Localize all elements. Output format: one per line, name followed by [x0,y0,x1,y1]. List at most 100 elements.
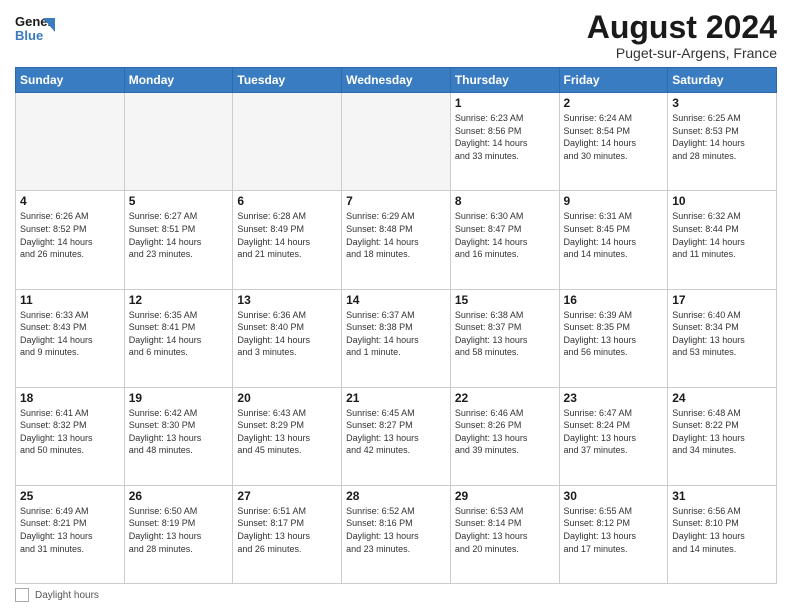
page: General Blue August 2024 Puget-sur-Argen… [0,0,792,612]
calendar-weekday-header: Thursday [450,68,559,93]
calendar-weekday-header: Sunday [16,68,125,93]
day-number: 16 [564,293,664,307]
footer: Daylight hours [15,588,777,602]
calendar-weekday-header: Monday [124,68,233,93]
day-info: Sunrise: 6:42 AM Sunset: 8:30 PM Dayligh… [129,407,229,457]
day-info: Sunrise: 6:50 AM Sunset: 8:19 PM Dayligh… [129,505,229,555]
day-number: 3 [672,96,772,110]
day-number: 10 [672,194,772,208]
logo: General Blue [15,10,55,48]
day-number: 24 [672,391,772,405]
day-info: Sunrise: 6:56 AM Sunset: 8:10 PM Dayligh… [672,505,772,555]
day-info: Sunrise: 6:27 AM Sunset: 8:51 PM Dayligh… [129,210,229,260]
calendar-day-cell: 13 Sunrise: 6:36 AM Sunset: 8:40 PM Dayli… [233,289,342,387]
day-number: 1 [455,96,555,110]
day-number: 7 [346,194,446,208]
day-number: 14 [346,293,446,307]
day-number: 9 [564,194,664,208]
day-number: 28 [346,489,446,503]
calendar-day-cell: 15 Sunrise: 6:38 AM Sunset: 8:37 PM Dayli… [450,289,559,387]
calendar-day-cell: 12 Sunrise: 6:35 AM Sunset: 8:41 PM Dayli… [124,289,233,387]
footer-label: Daylight hours [35,590,99,601]
calendar-day-cell: 26 Sunrise: 6:50 AM Sunset: 8:19 PM Dayli… [124,485,233,583]
day-info: Sunrise: 6:55 AM Sunset: 8:12 PM Dayligh… [564,505,664,555]
day-number: 12 [129,293,229,307]
day-number: 2 [564,96,664,110]
day-info: Sunrise: 6:23 AM Sunset: 8:56 PM Dayligh… [455,112,555,162]
day-number: 21 [346,391,446,405]
day-number: 17 [672,293,772,307]
day-info: Sunrise: 6:45 AM Sunset: 8:27 PM Dayligh… [346,407,446,457]
header: General Blue August 2024 Puget-sur-Argen… [15,10,777,61]
calendar-header-row: SundayMondayTuesdayWednesdayThursdayFrid… [16,68,777,93]
calendar-day-cell: 28 Sunrise: 6:52 AM Sunset: 8:16 PM Dayli… [342,485,451,583]
calendar-day-cell [16,93,125,191]
day-number: 29 [455,489,555,503]
calendar-day-cell: 19 Sunrise: 6:42 AM Sunset: 8:30 PM Dayli… [124,387,233,485]
calendar-weekday-header: Tuesday [233,68,342,93]
calendar-day-cell: 9 Sunrise: 6:31 AM Sunset: 8:45 PM Daylig… [559,191,668,289]
calendar-day-cell: 3 Sunrise: 6:25 AM Sunset: 8:53 PM Daylig… [668,93,777,191]
day-number: 15 [455,293,555,307]
calendar-day-cell: 1 Sunrise: 6:23 AM Sunset: 8:56 PM Daylig… [450,93,559,191]
calendar-day-cell: 5Sunrise: 6:27 AM Sunset: 8:51 PM Daylig… [124,191,233,289]
calendar-day-cell: 7 Sunrise: 6:29 AM Sunset: 8:48 PM Daylig… [342,191,451,289]
calendar-weekday-header: Friday [559,68,668,93]
day-info: Sunrise: 6:47 AM Sunset: 8:24 PM Dayligh… [564,407,664,457]
calendar-day-cell [233,93,342,191]
day-info: Sunrise: 6:31 AM Sunset: 8:45 PM Dayligh… [564,210,664,260]
calendar-day-cell [124,93,233,191]
title-area: August 2024 Puget-sur-Argens, France [587,10,777,61]
day-number: 26 [129,489,229,503]
page-subtitle: Puget-sur-Argens, France [587,45,777,61]
calendar-table: SundayMondayTuesdayWednesdayThursdayFrid… [15,67,777,584]
day-info: Sunrise: 6:39 AM Sunset: 8:35 PM Dayligh… [564,309,664,359]
day-info: Sunrise: 6:30 AM Sunset: 8:47 PM Dayligh… [455,210,555,260]
day-info: Sunrise: 6:36 AM Sunset: 8:40 PM Dayligh… [237,309,337,359]
day-info: Sunrise: 6:51 AM Sunset: 8:17 PM Dayligh… [237,505,337,555]
day-info: Sunrise: 6:38 AM Sunset: 8:37 PM Dayligh… [455,309,555,359]
day-info: Sunrise: 6:28 AM Sunset: 8:49 PM Dayligh… [237,210,337,260]
day-number: 23 [564,391,664,405]
calendar-day-cell: 25Sunrise: 6:49 AM Sunset: 8:21 PM Dayli… [16,485,125,583]
day-info: Sunrise: 6:33 AM Sunset: 8:43 PM Dayligh… [20,309,120,359]
day-number: 6 [237,194,337,208]
day-number: 19 [129,391,229,405]
day-number: 27 [237,489,337,503]
day-number: 13 [237,293,337,307]
calendar-week-row: 1 Sunrise: 6:23 AM Sunset: 8:56 PM Daylig… [16,93,777,191]
calendar-day-cell: 23 Sunrise: 6:47 AM Sunset: 8:24 PM Dayli… [559,387,668,485]
day-info: Sunrise: 6:35 AM Sunset: 8:41 PM Dayligh… [129,309,229,359]
day-number: 25 [20,489,120,503]
calendar-day-cell: 24 Sunrise: 6:48 AM Sunset: 8:22 PM Dayli… [668,387,777,485]
calendar-day-cell: 6 Sunrise: 6:28 AM Sunset: 8:49 PM Daylig… [233,191,342,289]
day-info: Sunrise: 6:48 AM Sunset: 8:22 PM Dayligh… [672,407,772,457]
page-title: August 2024 [587,10,777,45]
day-number: 31 [672,489,772,503]
day-number: 22 [455,391,555,405]
day-number: 11 [20,293,120,307]
day-info: Sunrise: 6:25 AM Sunset: 8:53 PM Dayligh… [672,112,772,162]
day-number: 8 [455,194,555,208]
calendar-weekday-header: Wednesday [342,68,451,93]
calendar-week-row: 11 Sunrise: 6:33 AM Sunset: 8:43 PM Dayli… [16,289,777,387]
calendar-day-cell: 16 Sunrise: 6:39 AM Sunset: 8:35 PM Dayli… [559,289,668,387]
calendar-day-cell: 22Sunrise: 6:46 AM Sunset: 8:26 PM Dayli… [450,387,559,485]
day-info: Sunrise: 6:26 AM Sunset: 8:52 PM Dayligh… [20,210,120,260]
calendar-week-row: 18Sunrise: 6:41 AM Sunset: 8:32 PM Dayli… [16,387,777,485]
day-info: Sunrise: 6:52 AM Sunset: 8:16 PM Dayligh… [346,505,446,555]
day-info: Sunrise: 6:41 AM Sunset: 8:32 PM Dayligh… [20,407,120,457]
calendar-day-cell: 30 Sunrise: 6:55 AM Sunset: 8:12 PM Dayli… [559,485,668,583]
footer-box [15,588,29,602]
calendar-day-cell: 31 Sunrise: 6:56 AM Sunset: 8:10 PM Dayli… [668,485,777,583]
calendar-week-row: 4Sunrise: 6:26 AM Sunset: 8:52 PM Daylig… [16,191,777,289]
day-number: 30 [564,489,664,503]
calendar-day-cell: 18Sunrise: 6:41 AM Sunset: 8:32 PM Dayli… [16,387,125,485]
day-info: Sunrise: 6:29 AM Sunset: 8:48 PM Dayligh… [346,210,446,260]
calendar-week-row: 25Sunrise: 6:49 AM Sunset: 8:21 PM Dayli… [16,485,777,583]
calendar-day-cell: 27 Sunrise: 6:51 AM Sunset: 8:17 PM Dayli… [233,485,342,583]
calendar-day-cell: 29Sunrise: 6:53 AM Sunset: 8:14 PM Dayli… [450,485,559,583]
day-info: Sunrise: 6:37 AM Sunset: 8:38 PM Dayligh… [346,309,446,359]
calendar-day-cell: 14 Sunrise: 6:37 AM Sunset: 8:38 PM Dayli… [342,289,451,387]
day-info: Sunrise: 6:40 AM Sunset: 8:34 PM Dayligh… [672,309,772,359]
